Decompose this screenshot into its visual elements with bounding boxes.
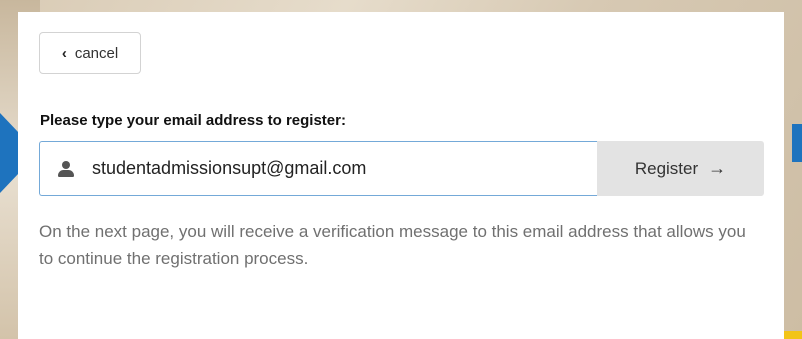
cancel-label: cancel <box>74 44 119 62</box>
email-field[interactable]: studentadmissionsupt@gmail.com <box>39 141 597 196</box>
cancel-button[interactable]: ‹ cancel <box>39 32 141 74</box>
user-icon <box>58 160 74 177</box>
email-input-group: studentadmissionsupt@gmail.com Register … <box>39 141 764 196</box>
arrow-right-icon: → <box>708 158 727 178</box>
email-label: Please type your email address to regist… <box>40 112 346 129</box>
chevron-left-icon: ‹ <box>61 44 67 62</box>
register-label: Register <box>634 158 699 178</box>
pointer-arrow-right-icon <box>792 124 802 162</box>
info-text: On the next page, you will receive a ver… <box>39 222 746 268</box>
email-value: studentadmissionsupt@gmail.com <box>92 158 367 178</box>
register-button[interactable]: Register → <box>597 141 764 196</box>
